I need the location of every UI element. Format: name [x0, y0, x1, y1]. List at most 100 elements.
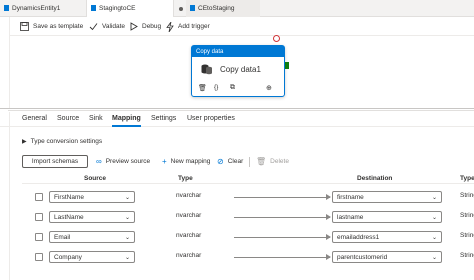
source-column-select[interactable]: Email ⌄ — [49, 231, 135, 243]
source-type: nvarchar — [176, 192, 202, 199]
chevron-down-icon: ⌄ — [431, 215, 437, 221]
table-row: FirstName⌄ nvarchar firstname⌄ String — [0, 188, 474, 208]
pipeline-toolbar: » Save as template Validate Debug Add tr… — [0, 17, 474, 36]
import-schemas-button[interactable]: Import schemas — [22, 155, 88, 168]
destination-type: String — [460, 232, 474, 239]
preview-source-label: Preview source — [105, 158, 151, 165]
glasses-icon: ∞ — [96, 157, 102, 166]
unsaved-dot-icon — [179, 7, 183, 11]
delete-label: Delete — [270, 158, 289, 165]
mapping-arrow-icon — [326, 254, 331, 260]
play-icon — [130, 22, 138, 31]
mapping-actions-bar: Import schemas ∞ Preview source + New ma… — [22, 155, 474, 169]
destination-column-select[interactable]: emailaddress1 ⌄ — [332, 231, 442, 243]
row-checkbox[interactable] — [35, 233, 43, 241]
debug-label: Debug — [142, 23, 162, 30]
new-mapping-button[interactable]: + New mapping — [162, 157, 210, 166]
column-header-type: Type — [178, 175, 193, 182]
save-icon — [20, 22, 29, 31]
tab-pipeline-icon — [190, 5, 195, 11]
clear-button[interactable]: ⊘ Clear — [217, 157, 243, 166]
destination-type: String — [460, 252, 474, 259]
debug-button[interactable]: Debug — [130, 21, 161, 32]
code-icon[interactable]: {} — [214, 84, 218, 91]
chevron-down-icon: ⌄ — [124, 255, 130, 261]
tab-label: StagingtoCE — [99, 5, 136, 12]
source-type: nvarchar — [176, 212, 202, 219]
save-as-template-label: Save as template — [33, 23, 84, 30]
chevron-right-icon: ▶ — [22, 139, 27, 145]
activity-type-label: Copy data — [192, 46, 284, 57]
clear-label: Clear — [227, 158, 244, 165]
clear-icon: ⊘ — [217, 157, 224, 166]
chevron-down-icon: ⌄ — [431, 195, 437, 201]
add-trigger-button[interactable]: Add trigger — [166, 21, 210, 32]
row-checkbox[interactable] — [35, 253, 43, 261]
mapping-arrow-icon — [326, 194, 331, 200]
source-type: nvarchar — [176, 232, 202, 239]
destination-column-select[interactable]: firstname ⌄ — [332, 191, 442, 203]
active-tab-indicator — [112, 125, 141, 127]
destination-column-select[interactable]: lastname ⌄ — [332, 211, 442, 223]
mapping-arrow-line — [234, 237, 330, 238]
row-checkbox[interactable] — [35, 193, 43, 201]
table-row: LastName⌄ nvarchar lastname⌄ String — [0, 208, 474, 228]
column-header-dest-type: Type — [460, 175, 474, 182]
header-divider — [22, 183, 474, 184]
chevron-down-icon: ⌄ — [124, 235, 130, 241]
tab-stagingtoce[interactable]: StagingtoCE — [86, 0, 174, 17]
destination-type: String — [460, 192, 474, 199]
tab-dynamicsentity1[interactable]: DynamicsEntity1 — [0, 0, 86, 17]
activity-name: Copy data1 — [220, 65, 261, 74]
source-column-select[interactable]: Company ⌄ — [49, 251, 135, 263]
check-icon — [89, 23, 98, 31]
add-trigger-label: Add trigger — [178, 23, 210, 30]
mapping-arrow-icon — [326, 234, 331, 240]
chevron-down-icon: ⌄ — [124, 195, 130, 201]
delete-button[interactable]: 🗑 Delete — [256, 157, 289, 166]
copy-icon[interactable]: ⧉ — [230, 84, 235, 92]
tab-sink[interactable]: Sink — [89, 115, 103, 122]
plus-icon: + — [162, 157, 167, 166]
tab-source[interactable]: Source — [57, 115, 79, 122]
property-tabs: General Source Sink Mapping Settings Use… — [0, 112, 474, 127]
toolbar-divider — [249, 157, 250, 167]
source-column-select[interactable]: LastName ⌄ — [49, 211, 135, 223]
chevron-down-icon: ⌄ — [124, 215, 130, 221]
column-header-destination: Destination — [357, 175, 393, 182]
copy-database-icon — [201, 64, 212, 75]
validate-label: Validate — [102, 23, 126, 30]
chevron-down-icon: ⌄ — [431, 235, 437, 241]
table-row: Email⌄ nvarchar emailaddress1⌄ String — [0, 228, 474, 248]
validate-button[interactable]: Validate — [89, 21, 125, 32]
destination-type: String — [460, 212, 474, 219]
tab-user-properties[interactable]: User properties — [187, 115, 235, 122]
tab-mapping[interactable]: Mapping — [112, 115, 141, 122]
tab-cetostaging[interactable]: CEtoStaging — [186, 0, 260, 17]
tab-label: DynamicsEntity1 — [12, 5, 61, 12]
tab-settings[interactable]: Settings — [151, 115, 176, 122]
new-mapping-label: New mapping — [170, 158, 211, 165]
arrow-icon[interactable]: ⊕ — [266, 84, 272, 92]
save-as-template-button[interactable]: Save as template — [20, 21, 83, 32]
success-output-handle[interactable] — [285, 62, 289, 69]
tab-label: CEtoStaging — [198, 5, 235, 12]
trash-icon: 🗑 — [256, 157, 267, 166]
tab-pipeline-icon — [4, 5, 9, 11]
document-tab-bar: DynamicsEntity1 StagingtoCE CEtoStaging — [0, 0, 474, 17]
tab-general[interactable]: General — [22, 115, 47, 122]
destination-column-select[interactable]: parentcustomerid ⌄ — [332, 251, 442, 263]
row-checkbox[interactable] — [35, 213, 43, 221]
preview-source-button[interactable]: ∞ Preview source — [96, 157, 150, 166]
type-conversion-toggle[interactable]: ▶ Type conversion settings — [22, 138, 102, 145]
source-type: nvarchar — [176, 252, 202, 259]
source-column-select[interactable]: FirstName ⌄ — [49, 191, 135, 203]
mapping-arrow-line — [234, 257, 330, 258]
column-header-source: Source — [84, 175, 107, 182]
lightning-icon — [166, 21, 174, 32]
type-conversion-label: Type conversion settings — [30, 138, 103, 145]
mapping-arrow-line — [234, 197, 330, 198]
delete-icon[interactable]: 🗑 — [198, 84, 207, 92]
table-row: Company ⌄ nvarchar parentcustomerid ⌄ Stri… — [0, 248, 474, 268]
copy-data-activity[interactable]: Copy data Copy data1 🗑 {} ⧉ ⊕ — [191, 45, 285, 97]
